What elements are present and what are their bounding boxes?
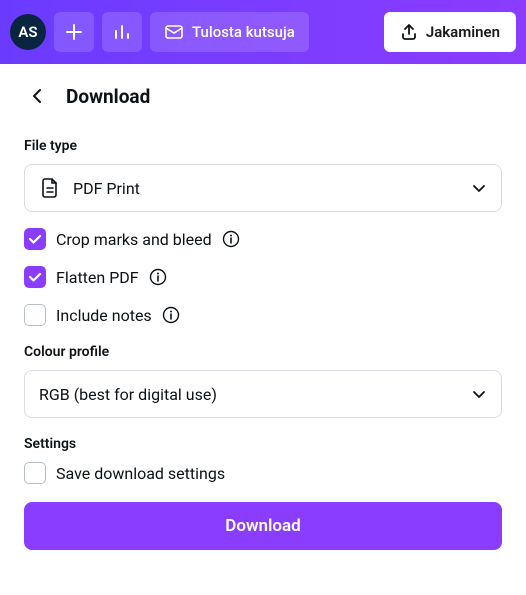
avatar[interactable]: AS [10,14,46,50]
include-notes-info[interactable] [162,306,180,324]
file-type-value: PDF Print [73,179,471,198]
flatten-label: Flatten PDF [56,268,139,287]
print-invitations-button[interactable]: Tulosta kutsuja [150,12,309,52]
download-panel: Download File type PDF Print Crop marks … [0,64,526,568]
info-icon [222,230,240,248]
topbar: AS Tulosta kutsuja Jakaminen [0,0,526,64]
check-icon [28,232,42,246]
crop-marks-label: Crop marks and bleed [56,230,212,249]
include-notes-row: Include notes [24,304,502,326]
colour-profile-label: Colour profile [24,344,502,360]
share-button[interactable]: Jakaminen [384,12,516,52]
page-title: Download [66,85,150,108]
download-button[interactable]: Download [24,502,502,550]
settings-label: Settings [24,436,502,452]
avatar-initials: AS [18,23,37,41]
file-type-dropdown[interactable]: PDF Print [24,164,502,212]
download-button-label: Download [225,516,300,536]
colour-profile-value: RGB (best for digital use) [39,385,471,404]
crop-marks-info[interactable] [222,230,240,248]
print-invitations-label: Tulosta kutsuja [192,23,295,41]
file-pdf-icon [39,177,61,199]
include-notes-label: Include notes [56,306,152,325]
chevron-left-icon [29,87,47,105]
settings-section: Settings Save download settings [24,436,502,484]
check-icon [28,270,42,284]
chart-icon [113,23,131,41]
save-settings-checkbox[interactable] [24,462,46,484]
panel-header: Download [24,82,502,110]
flatten-info[interactable] [149,268,167,286]
back-button[interactable] [24,82,52,110]
crop-marks-checkbox[interactable] [24,228,46,250]
plus-icon [65,23,83,41]
file-type-section: File type PDF Print Crop marks and bleed [24,138,502,326]
file-type-label: File type [24,138,502,154]
save-settings-row: Save download settings [24,462,502,484]
info-icon [149,268,167,286]
info-icon [162,306,180,324]
save-settings-label: Save download settings [56,464,225,483]
chevron-down-icon [471,180,487,196]
colour-profile-section: Colour profile RGB (best for digital use… [24,344,502,418]
crop-marks-row: Crop marks and bleed [24,228,502,250]
include-notes-checkbox[interactable] [24,304,46,326]
add-button[interactable] [54,12,94,52]
envelope-icon [164,22,184,42]
share-icon [400,23,418,41]
flatten-checkbox[interactable] [24,266,46,288]
chevron-down-icon [471,386,487,402]
flatten-row: Flatten PDF [24,266,502,288]
share-label: Jakaminen [426,23,500,41]
colour-profile-dropdown[interactable]: RGB (best for digital use) [24,370,502,418]
chart-button[interactable] [102,12,142,52]
